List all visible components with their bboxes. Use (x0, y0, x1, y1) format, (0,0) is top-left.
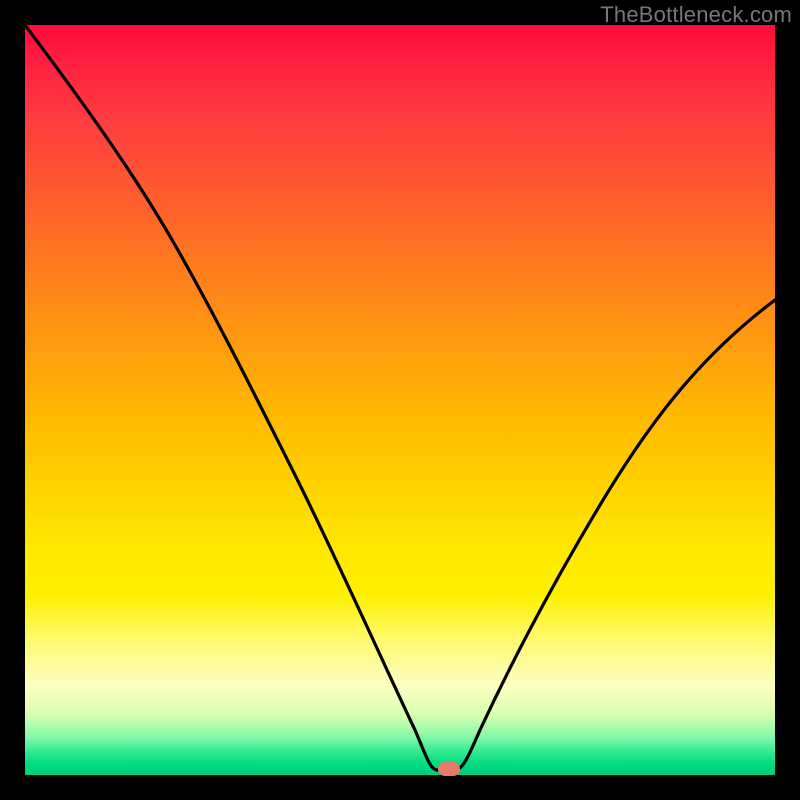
optimal-point-marker (438, 762, 460, 776)
curve-layer (25, 25, 775, 775)
plot-area (25, 25, 775, 775)
watermark-text: TheBottleneck.com (600, 2, 792, 28)
bottleneck-curve-path (25, 25, 775, 770)
